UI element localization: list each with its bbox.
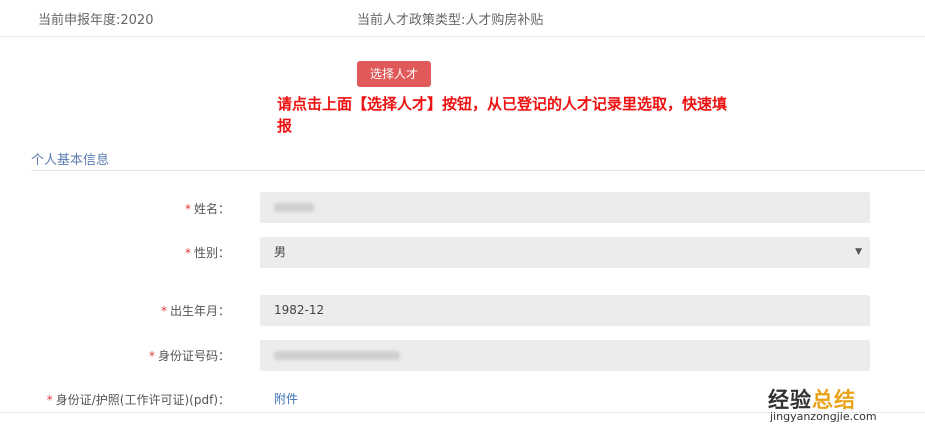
redacted-id-number xyxy=(274,351,400,360)
name-label-text: 姓名： xyxy=(193,202,230,216)
id-doc-label: * 身份证/护照(工作许可证)(pdf)： xyxy=(0,391,230,408)
required-mark: * xyxy=(184,202,191,216)
name-field[interactable] xyxy=(260,192,870,223)
id-number-field[interactable] xyxy=(260,340,870,371)
gender-select[interactable]: 男 ▼ xyxy=(260,237,870,268)
declaration-year: 当前申报年度:2020 xyxy=(38,13,154,28)
gender-label: * 性别： xyxy=(0,244,230,261)
birth-value: 1982-12 xyxy=(274,303,325,317)
redacted-name xyxy=(274,203,314,212)
required-mark: * xyxy=(184,246,191,260)
gender-label-text: 性别： xyxy=(193,246,230,260)
instruction-note: 请点击上面【选择人才】按钮，从已登记的人才记录里选取，快速填报 xyxy=(277,95,728,135)
id-number-label: * 身份证号码： xyxy=(0,347,230,364)
dropdown-arrow-icon: ▼ xyxy=(855,247,862,257)
required-mark: * xyxy=(160,304,167,318)
birth-label: * 出生年月： xyxy=(0,302,230,319)
gender-value: 男 xyxy=(274,245,287,259)
watermark-text-a: 经验 xyxy=(768,388,812,412)
name-label: * 姓名： xyxy=(0,200,230,217)
section-title-personal-info: 个人基本信息 xyxy=(31,153,110,168)
policy-type: 当前人才政策类型:人才购房补贴 xyxy=(357,13,544,28)
id-number-label-text: 身份证号码： xyxy=(157,349,230,363)
required-mark: * xyxy=(148,349,155,363)
id-doc-label-text: 身份证/护照(工作许可证)(pdf)： xyxy=(55,393,230,407)
page: 当前申报年度:2020 当前人才政策类型:人才购房补贴 选择人才 请点击上面【选… xyxy=(0,0,925,434)
section-divider xyxy=(31,170,925,171)
required-mark: * xyxy=(46,393,53,407)
watermark-url: jingyanzongjie.com xyxy=(770,410,877,423)
select-talent-button[interactable]: 选择人才 xyxy=(357,61,431,87)
attachment-link[interactable]: 附件 xyxy=(274,390,298,407)
declaration-info-bar: 当前申报年度:2020 当前人才政策类型:人才购房补贴 xyxy=(0,0,925,37)
birth-label-text: 出生年月： xyxy=(169,304,230,318)
watermark-text-b: 总结 xyxy=(812,388,856,412)
birth-field[interactable]: 1982-12 xyxy=(260,295,870,326)
